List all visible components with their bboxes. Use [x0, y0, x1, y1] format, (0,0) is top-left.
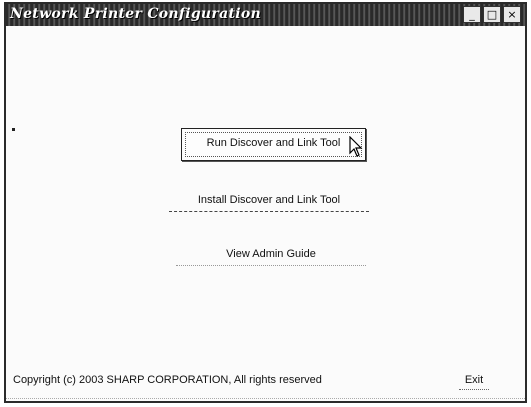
admin-guide-label: View Admin Guide: [226, 248, 316, 260]
title-bar[interactable]: Network Printer Configuration _ □ ×: [6, 4, 525, 26]
app-window: Network Printer Configuration _ □ × Run …: [4, 2, 527, 403]
minimize-button[interactable]: _: [463, 6, 481, 23]
mouse-pointer-icon: [349, 135, 363, 162]
close-button[interactable]: ×: [503, 6, 521, 23]
view-admin-guide-link[interactable]: View Admin Guide: [176, 248, 366, 266]
window-controls: _ □ ×: [463, 6, 521, 23]
exit-button[interactable]: Exit: [459, 374, 489, 390]
run-tool-label: Run Discover and Link Tool: [206, 137, 341, 149]
footer-divider: [6, 398, 525, 399]
admin-link-underline: [176, 265, 366, 266]
install-discover-link-tool-link[interactable]: Install Discover and Link Tool: [169, 194, 369, 212]
install-tool-label: Install Discover and Link Tool: [197, 194, 341, 206]
run-discover-link-tool-button[interactable]: Run Discover and Link Tool: [181, 128, 366, 161]
exit-underline: [459, 389, 489, 390]
copyright-text: Copyright (c) 2003 SHARP CORPORATION, Al…: [13, 374, 322, 386]
window-title: Network Printer Configuration: [10, 6, 261, 22]
artifact-dot: [12, 128, 15, 131]
exit-label: Exit: [464, 374, 484, 386]
install-link-underline: [169, 211, 369, 212]
maximize-button[interactable]: □: [483, 6, 501, 23]
